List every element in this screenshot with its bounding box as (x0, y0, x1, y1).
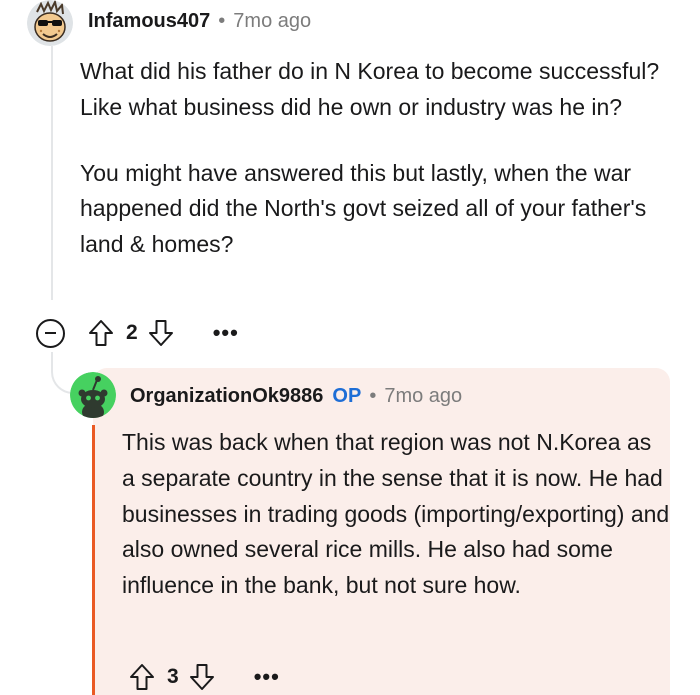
downvote-arrow-icon[interactable] (188, 662, 216, 692)
comment-timestamp[interactable]: 7mo ago (233, 10, 311, 33)
op-badge: OP (332, 384, 362, 407)
avatar[interactable] (70, 372, 116, 418)
comment-paragraph: You might have answered this but lastly,… (80, 159, 647, 258)
comment-paragraph: What did his father do in N Korea to bec… (80, 58, 660, 120)
reply-highlight-bar (92, 425, 95, 695)
reply-meta: OrganizationOk9886 OP • 7mo ago (130, 382, 462, 410)
snoo-avatar-icon (70, 372, 116, 418)
collapse-minus-icon[interactable] (36, 318, 65, 348)
reply-body: This was back when that region was not N… (122, 429, 670, 599)
comment-body: What did his father do in N Korea to bec… (80, 54, 680, 293)
reply-author[interactable]: OrganizationOk9886 (130, 385, 323, 408)
cartoon-avatar-with-sunglasses-icon (27, 0, 73, 46)
upvote-arrow-icon[interactable] (87, 318, 115, 348)
vote-score: 2 (126, 321, 138, 344)
meta-separator: • (218, 9, 226, 32)
reply-actions: 3 ••• (128, 660, 280, 694)
avatar[interactable] (27, 0, 73, 46)
comment-actions: 2 ••• (36, 316, 239, 350)
downvote-arrow-icon[interactable] (147, 318, 175, 348)
thread-line[interactable] (51, 46, 53, 300)
more-options-icon[interactable]: ••• (254, 664, 280, 690)
reply-timestamp[interactable]: 7mo ago (384, 385, 462, 408)
comment-meta: Infamous407 • 7mo ago (88, 7, 311, 35)
upvote-arrow-icon[interactable] (128, 662, 156, 692)
more-options-icon[interactable]: ••• (213, 320, 239, 346)
vote-score: 3 (167, 665, 179, 688)
meta-separator: • (369, 384, 377, 407)
comment-author[interactable]: Infamous407 (88, 10, 210, 33)
